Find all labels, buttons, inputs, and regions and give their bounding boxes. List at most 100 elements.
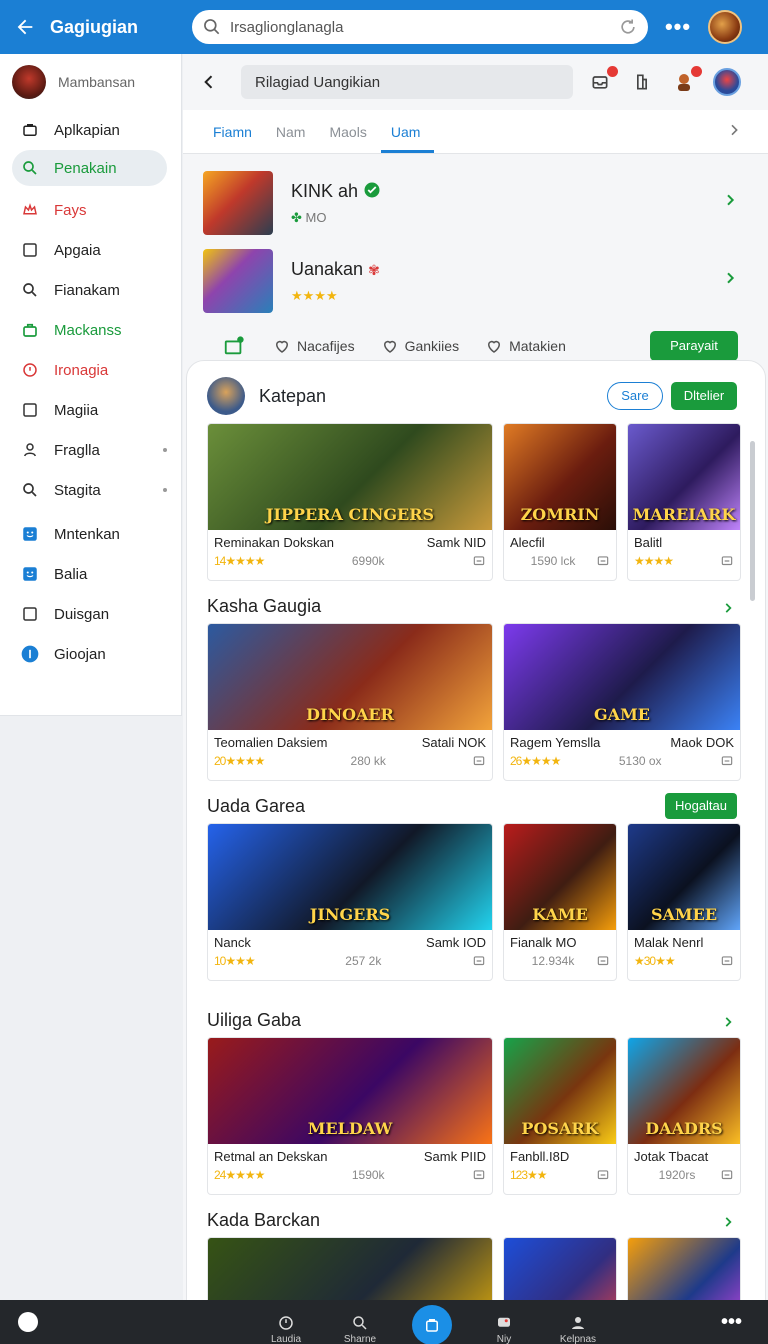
tab-uam[interactable]: Uam [380, 124, 435, 153]
featured-item[interactable]: Uanakan ✾ ★★★★ [183, 242, 768, 320]
download-icon[interactable] [720, 754, 734, 768]
share-button[interactable] [629, 69, 655, 95]
sidebar-item-fays[interactable]: Fays [0, 190, 181, 230]
sidebar-item-balia[interactable]: Balia [0, 554, 181, 594]
chevron-left-icon[interactable] [199, 72, 219, 92]
game-tile[interactable]: DINOAER Teomalien Daksiem Satali NOK 20★★★★… [207, 623, 493, 781]
game-tile[interactable]: MELDAW Retmal an Dekskan Samk PIID 24★★★★ 15… [207, 1037, 493, 1195]
game-rating: 20★★★★ [214, 754, 265, 768]
nav-item-search[interactable]: Sharne [338, 1312, 382, 1344]
sidebar-item-duisgan[interactable]: Duisgan [0, 594, 181, 634]
game-meta: Alecfil 1590 lck [504, 530, 616, 568]
sidebar-item-fianakam[interactable]: Fianakam [0, 270, 181, 310]
game-tile[interactable]: SAMEE Malak Nenrl ★30★★ [627, 823, 741, 981]
sidebar-item-ironagia[interactable]: Ironagia [0, 350, 181, 390]
sidebar-item-stagita[interactable]: Stagita [0, 470, 181, 510]
game-cover-title: GAME [594, 705, 650, 724]
sidebar-item-aplkapian[interactable]: Aplkapian [0, 110, 181, 150]
sidebar-item-label: Mackanss [54, 321, 122, 339]
sidebar-item-label: Penakain [54, 159, 117, 177]
action-save[interactable]: Matakien [485, 337, 566, 355]
sidebar-profile[interactable]: Mambansan [0, 54, 181, 110]
game-tile[interactable]: KAME Fianalk MO 12.934k [503, 823, 617, 981]
section-title: Uada Garea Hogaltau [187, 789, 765, 823]
sidebar-item-apgaia[interactable]: Apgaia [0, 230, 181, 270]
search-input[interactable] [230, 18, 618, 36]
sidebar-item-penakain[interactable]: Penakain [12, 150, 167, 186]
nav-item-store[interactable] [412, 1305, 452, 1344]
friend-button[interactable] [671, 66, 702, 95]
tab-fiamn[interactable]: Fiamn [201, 124, 266, 153]
chevron-right-icon[interactable] [721, 1013, 735, 1034]
download-icon[interactable] [472, 754, 486, 768]
back-button[interactable] [0, 0, 50, 54]
download-icon[interactable] [472, 1168, 486, 1182]
user-avatar[interactable] [708, 10, 742, 44]
game-count: 1590 lck [530, 554, 576, 568]
game-tile[interactable]: JINGERS Nanck Samk IOD 10★★★ 257 2k [207, 823, 493, 981]
download-icon[interactable] [596, 1168, 610, 1182]
nav-item-messages[interactable]: Niy [482, 1312, 526, 1344]
logo-icon[interactable] [18, 1312, 38, 1332]
sidebar-item-mackanss[interactable]: Mackanss [0, 310, 181, 350]
game-tile[interactable]: MAREIARK Balitl ★★★★ [627, 423, 741, 581]
refresh-icon[interactable] [618, 17, 638, 37]
sidebar-item-label: Mntenkan [54, 525, 120, 543]
sidebar-item-magiia[interactable]: Magiia [0, 390, 181, 430]
more-menu-button[interactable]: ••• [721, 1311, 742, 1334]
chevron-right-icon[interactable] [726, 122, 742, 138]
game-count: 12.934k [531, 954, 575, 968]
download-icon[interactable] [720, 1168, 734, 1182]
nav-item-home[interactable]: Laudia [264, 1312, 308, 1344]
inbox-button[interactable] [587, 66, 618, 95]
game-meta: Reminakan Dokskan Samk NID 14★★★★ 6990k [208, 530, 492, 568]
chevron-right-icon[interactable] [722, 270, 738, 286]
action-like[interactable]: Gankiies [381, 337, 459, 355]
bag-icon [20, 320, 40, 340]
sidebar-item-label: Gioojan [54, 645, 106, 663]
game-cover-title: JIPPERA CINGERS [265, 505, 435, 524]
download-icon[interactable] [720, 954, 734, 968]
sidebar-item-fraglla[interactable]: Fraglla [0, 430, 181, 470]
gift-icon[interactable] [223, 335, 245, 357]
profile-avatar[interactable] [713, 68, 741, 96]
save-button[interactable]: Sare [607, 382, 663, 410]
more-menu-button[interactable]: ••• [648, 14, 708, 40]
game-tile[interactable]: GAME Ragem Yemslla Maok DOK 26★★★★ 5130 ox [503, 623, 741, 781]
game-tile[interactable]: DAADRS Jotak Tbacat 1920rs [627, 1037, 741, 1195]
game-grid: JIPPERA CINGERS Reminakan Dokskan Samk NID… [187, 423, 765, 581]
download-icon[interactable] [596, 954, 610, 968]
nav-label: Kelpnas [559, 1334, 597, 1344]
download-icon[interactable] [596, 554, 610, 568]
action-label: Nacafijes [297, 338, 355, 354]
scrollbar[interactable] [750, 441, 755, 601]
action-favorite[interactable]: Nacafijes [273, 337, 355, 355]
download-icon[interactable] [720, 554, 734, 568]
game-cover-art: DAADRS [628, 1038, 740, 1144]
primary-button[interactable]: Parayait [650, 331, 738, 361]
sidebar-item-gioojan[interactable]: Gioojan [0, 634, 181, 674]
page-title: Rilagiad Uangikian [241, 65, 573, 99]
chevron-right-icon[interactable] [721, 599, 735, 620]
action-label: Gankiies [404, 338, 460, 354]
chevron-right-icon[interactable] [722, 192, 738, 208]
search-box[interactable] [192, 10, 648, 44]
chevron-right-icon[interactable] [721, 1213, 735, 1234]
tab-maols[interactable]: Maols [319, 124, 380, 153]
sidebar-item-mntenkan[interactable]: Mntenkan [0, 514, 181, 554]
download-icon[interactable] [472, 554, 486, 568]
featured-item[interactable]: KINK ah ✤ MO [183, 164, 768, 242]
tab-nam[interactable]: Nam [266, 124, 320, 153]
featured-section: KINK ah ✤ MO Uanakan ✾ ★★★★ Nacafijes Ga… [183, 154, 768, 364]
game-name: Alecfil [510, 535, 545, 550]
details-button[interactable]: Dltelier [671, 382, 737, 410]
nav-item-profile[interactable]: Kelpnas [556, 1312, 600, 1344]
download-icon[interactable] [472, 954, 486, 968]
game-tile[interactable]: POSARK Fanbll.I8D 123★★ [503, 1037, 617, 1195]
section-action-button[interactable]: Hogaltau [665, 793, 737, 819]
heart-icon [383, 340, 396, 353]
game-tile[interactable]: JIPPERA CINGERS Reminakan Dokskan Samk NID… [207, 423, 493, 581]
game-tile[interactable]: ZOMRIN Alecfil 1590 lck [503, 423, 617, 581]
game-cover-art: JINGERS [208, 824, 492, 930]
game-cover-title: KAME [532, 905, 588, 924]
